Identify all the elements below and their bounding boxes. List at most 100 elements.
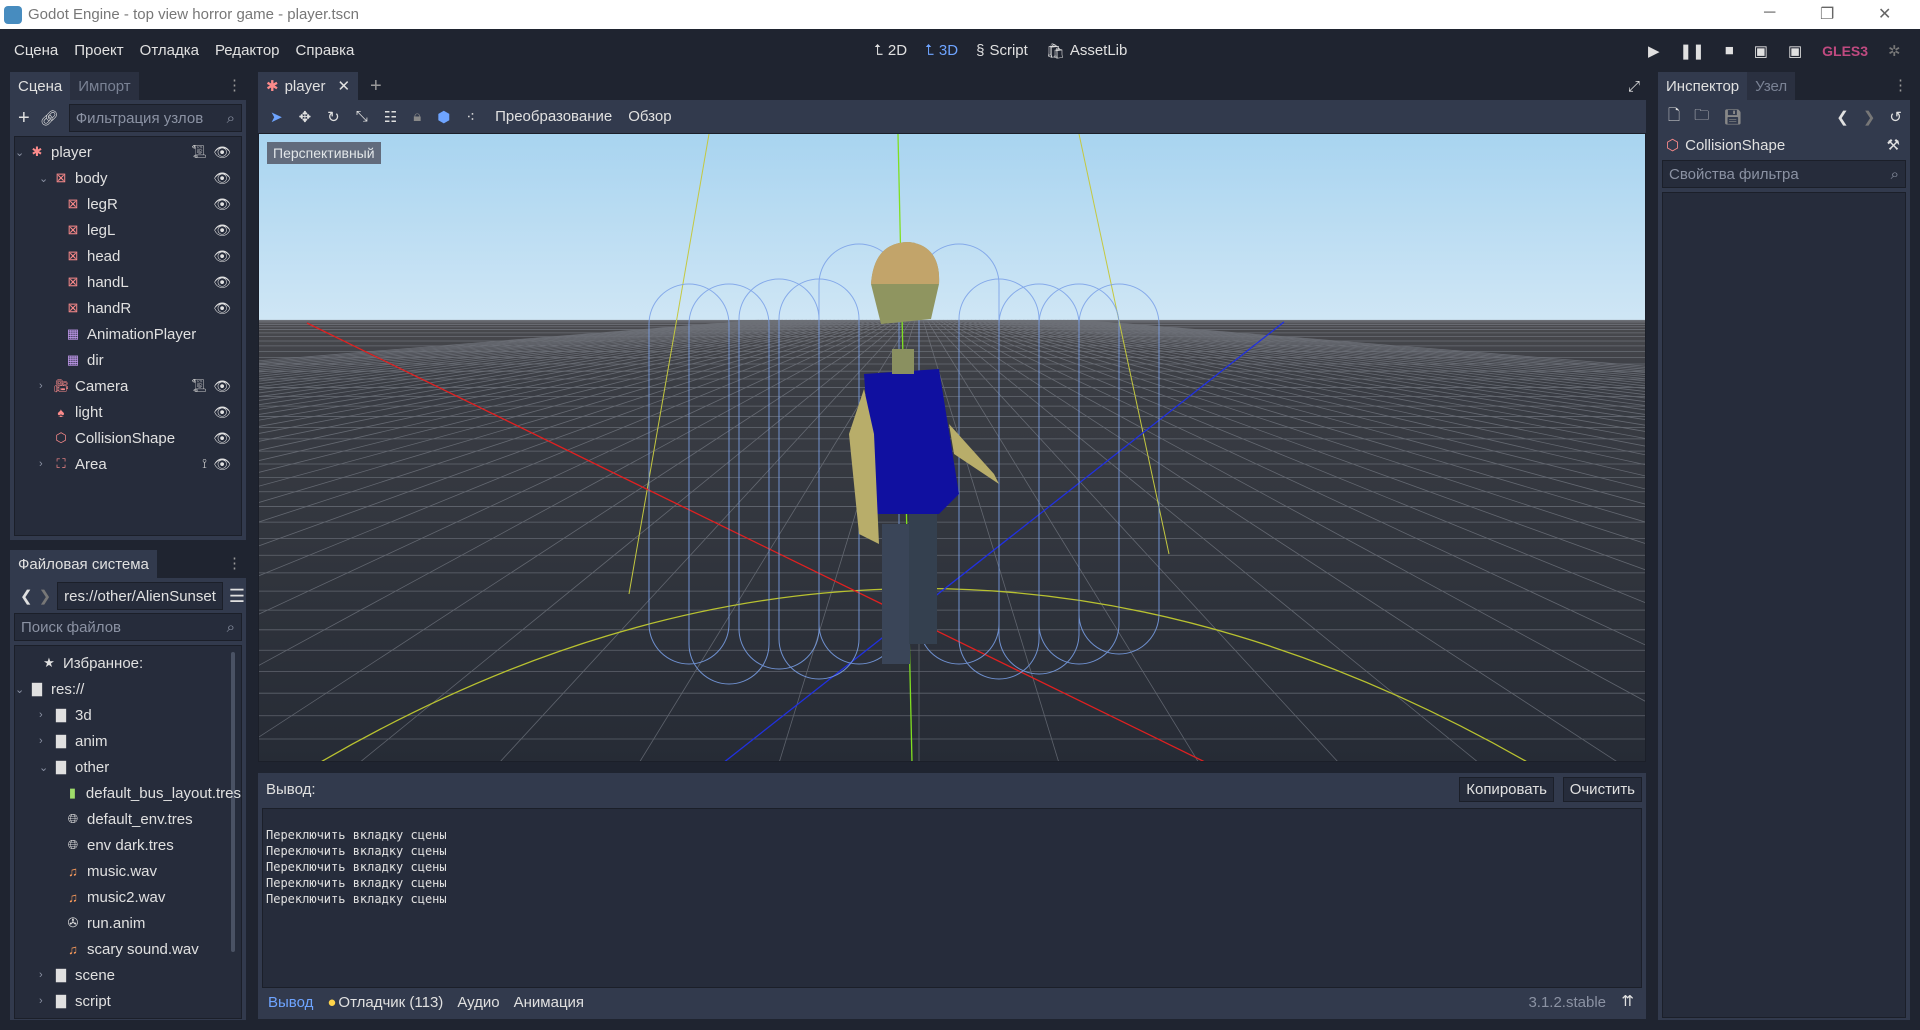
- menu-4[interactable]: Справка: [288, 42, 363, 59]
- object-properties-icon[interactable]: ⚒: [1887, 136, 1900, 154]
- file-item[interactable]: › ▇ anim: [15, 728, 241, 754]
- tab-import[interactable]: Импорт: [70, 72, 139, 100]
- tree-item-head[interactable]: ⊠ head 👁︎: [15, 243, 241, 269]
- play-icon[interactable]: ▶: [1648, 42, 1660, 60]
- tab-filesystem[interactable]: Файловая система: [10, 550, 157, 578]
- tab-inspector[interactable]: Инспектор: [1658, 72, 1748, 100]
- snap-icon[interactable]: ⁖: [466, 108, 475, 126]
- new-tab-icon[interactable]: +: [370, 75, 382, 98]
- path-field[interactable]: res://other/AlienSunset: [57, 582, 223, 610]
- file-item[interactable]: ★ Избранное:: [15, 650, 241, 676]
- bottom-tab-0[interactable]: Вывод: [268, 994, 313, 1011]
- file-item[interactable]: 🌐︎ default_env.tres: [15, 806, 241, 832]
- play-custom-scene-icon[interactable]: ▣: [1788, 42, 1802, 60]
- chevron-down-icon[interactable]: ⌄: [15, 146, 24, 159]
- transform-menu[interactable]: Преобразование: [495, 108, 612, 125]
- tab-player[interactable]: ✱ player ✕: [258, 72, 359, 100]
- property-filter-input[interactable]: Свойства фильтра ⌕: [1662, 160, 1906, 188]
- stop-icon[interactable]: ■: [1725, 42, 1734, 59]
- chevron-right-icon[interactable]: ›: [39, 735, 43, 747]
- tree-item-legr[interactable]: ⊠ legR 👁︎: [15, 191, 241, 217]
- tree-item-camera[interactable]: › 🎥︎ Camera 📜︎ 👁︎: [15, 373, 241, 399]
- tree-item-area[interactable]: › ⛶ Area ⟟ 👁︎: [15, 451, 241, 477]
- bottom-tab-3[interactable]: Анимация: [514, 994, 584, 1011]
- file-item[interactable]: › ▇ scene: [15, 962, 241, 988]
- viewport-3d[interactable]: Перспективный: [258, 133, 1646, 762]
- link-icon[interactable]: 🔗︎: [40, 109, 59, 127]
- rotate-tool-icon[interactable]: ↻: [327, 108, 340, 126]
- file-item[interactable]: ♫ music2.wav: [15, 884, 241, 910]
- chevron-down-icon[interactable]: ⌄: [15, 683, 24, 696]
- tree-item-body[interactable]: ⌄ ⊠ body 👁︎: [15, 165, 241, 191]
- file-item[interactable]: ⌄ ▇ other: [15, 754, 241, 780]
- clear-button[interactable]: Очистить: [1562, 777, 1642, 802]
- renderer-select[interactable]: GLES3: [1822, 43, 1868, 59]
- visibility-icon[interactable]: 👁︎: [213, 378, 231, 395]
- pause-icon[interactable]: ❚❚: [1680, 42, 1705, 60]
- bottom-tab-2[interactable]: Аудио: [457, 994, 499, 1011]
- tree-item-light[interactable]: ♠ light 👁︎: [15, 399, 241, 425]
- local-space-icon[interactable]: ⬢: [437, 108, 450, 126]
- dock-menu-icon[interactable]: ⋮: [227, 76, 242, 94]
- visibility-icon[interactable]: 👁︎: [213, 144, 231, 161]
- tree-item-handr[interactable]: ⊠ handR 👁︎: [15, 295, 241, 321]
- tree-item-dir[interactable]: ▦ dir: [15, 347, 241, 373]
- chevron-down-icon[interactable]: ⌄: [39, 761, 48, 774]
- menu-2[interactable]: Отладка: [132, 42, 207, 59]
- history-back-icon[interactable]: ❮: [1836, 108, 1849, 126]
- node-filter-input[interactable]: Фильтрация узлов ⌕: [68, 104, 242, 132]
- visibility-icon[interactable]: 👁︎: [213, 222, 231, 239]
- history-forward-icon[interactable]: ❯: [1863, 108, 1876, 126]
- list-select-icon[interactable]: ☷: [384, 108, 397, 126]
- chevron-right-icon[interactable]: ›: [39, 709, 43, 721]
- tree-item-collisionshape[interactable]: ⬡ CollisionShape 👁︎: [15, 425, 241, 451]
- play-scene-icon[interactable]: ▣: [1754, 42, 1768, 60]
- visibility-icon[interactable]: 👁︎: [213, 456, 231, 473]
- menu-0[interactable]: Сцена: [6, 42, 66, 59]
- script-icon[interactable]: 📜︎: [190, 378, 207, 394]
- back-icon[interactable]: ❮: [20, 587, 33, 605]
- viewport-scene[interactable]: [259, 134, 1646, 762]
- menu-1[interactable]: Проект: [66, 42, 131, 59]
- lock-icon[interactable]: 🔒︎: [413, 108, 421, 125]
- open-resource-icon[interactable]: 🗀︎: [1694, 105, 1709, 130]
- script-icon[interactable]: 📜︎: [190, 144, 207, 160]
- visibility-icon[interactable]: 👁︎: [213, 300, 231, 317]
- tree-item-animationplayer[interactable]: ▦ AnimationPlayer: [15, 321, 241, 347]
- tab-node[interactable]: Узел: [1747, 72, 1796, 100]
- visibility-icon[interactable]: 👁︎: [213, 274, 231, 291]
- view-menu[interactable]: Обзор: [628, 108, 671, 125]
- file-item[interactable]: ♫ music.wav: [15, 858, 241, 884]
- split-view-icon[interactable]: ☰: [229, 586, 245, 607]
- tree-item-player[interactable]: ⌄ ✱ player 📜︎ 👁︎: [15, 139, 241, 165]
- chevron-right-icon[interactable]: ›: [39, 969, 43, 981]
- visibility-icon[interactable]: 👁︎: [213, 248, 231, 265]
- perspective-menu[interactable]: Перспективный: [267, 142, 381, 164]
- file-item[interactable]: ✇ run.anim: [15, 910, 241, 936]
- chevron-down-icon[interactable]: ⌄: [39, 172, 48, 185]
- tree-item-handl[interactable]: ⊠ handL 👁︎: [15, 269, 241, 295]
- menu-3[interactable]: Редактор: [207, 42, 288, 59]
- workspace-script[interactable]: § Script: [976, 42, 1028, 60]
- visibility-icon[interactable]: 👁︎: [213, 196, 231, 213]
- file-item[interactable]: ▮ default_bus_layout.tres: [15, 780, 241, 806]
- dock-menu-icon[interactable]: ⋮: [227, 554, 242, 572]
- select-tool-icon[interactable]: ➤: [270, 108, 283, 126]
- file-item[interactable]: › ▇ 3d: [15, 702, 241, 728]
- tree-item-legl[interactable]: ⊠ legL 👁︎: [15, 217, 241, 243]
- chevron-right-icon[interactable]: ›: [39, 458, 43, 470]
- dock-menu-icon[interactable]: ⋮: [1893, 76, 1908, 94]
- close-button[interactable]: ✕: [1878, 4, 1891, 24]
- chevron-right-icon[interactable]: ›: [39, 995, 43, 1007]
- visibility-icon[interactable]: 👁︎: [213, 430, 231, 447]
- visibility-icon[interactable]: 👁︎: [213, 170, 231, 187]
- move-tool-icon[interactable]: ✥: [299, 108, 312, 126]
- workspace-assetlib[interactable]: 🛍︎ AssetLib: [1046, 42, 1128, 60]
- file-item[interactable]: ⌄ ▇ res://: [15, 676, 241, 702]
- file-item[interactable]: ♫ scary sound.wav: [15, 936, 241, 962]
- workspace-3d[interactable]: ⮤ 3D: [925, 42, 958, 60]
- scale-tool-icon[interactable]: ⤡: [356, 108, 368, 125]
- file-search-input[interactable]: Поиск файлов ⌕: [14, 613, 242, 641]
- history-icon[interactable]: ↺: [1889, 108, 1902, 126]
- minimize-button[interactable]: ─: [1764, 4, 1775, 22]
